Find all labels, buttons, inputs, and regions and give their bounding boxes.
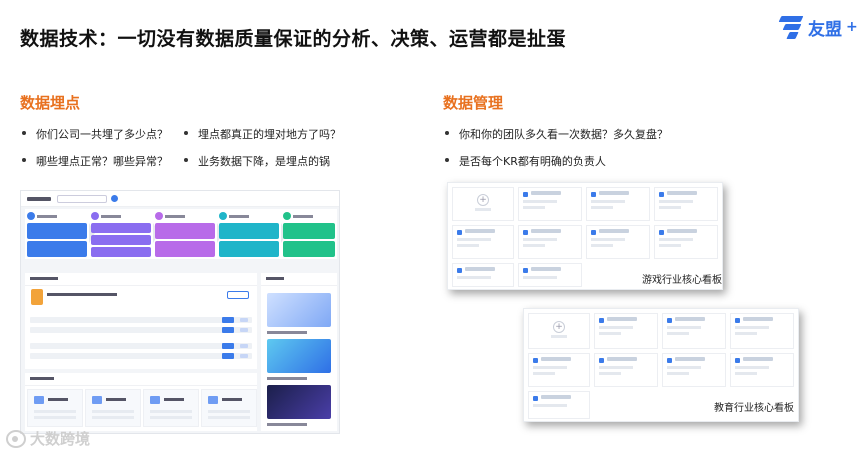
tracking-dashboard-screenshot <box>20 190 340 434</box>
bullet-item: 你和你的团队多久看一次数据？多久复盘？ <box>445 126 668 142</box>
bullet-item: 埋点都真正的埋对地方了吗？ <box>184 126 341 142</box>
watermark-text: 大数跨境 <box>30 430 91 448</box>
recommend-thumbnail[interactable] <box>267 293 331 327</box>
brand-logo-icon <box>778 14 804 40</box>
kpi-tile[interactable] <box>586 187 650 221</box>
kpi-tile[interactable] <box>452 263 514 287</box>
kpi-tile[interactable] <box>518 225 582 259</box>
section-title-tracking: 数据埋点 <box>20 94 81 112</box>
board-label-education: 教育行业核心看板 <box>714 403 794 414</box>
brand-name: 友盟 <box>808 19 842 39</box>
kpi-tile[interactable] <box>730 353 794 387</box>
kpi-tile[interactable] <box>730 313 794 349</box>
alert-action-button[interactable] <box>227 291 249 299</box>
funnel-steps <box>25 209 337 259</box>
add-icon: + <box>477 194 489 207</box>
add-tile[interactable]: + <box>528 313 590 349</box>
scenario-card[interactable] <box>201 389 257 427</box>
slide-title: 数据技术：一切没有数据质量保证的分析、决策、运营都是扯蛋 <box>20 28 567 50</box>
recommend-panel <box>261 273 337 431</box>
kpi-tile[interactable] <box>662 353 726 387</box>
dashboard-selector <box>57 194 107 203</box>
scenario-panel <box>25 373 257 431</box>
kpi-tile[interactable] <box>518 263 582 287</box>
education-kpi-board: + 教育行业核心看板 <box>523 308 799 422</box>
scenario-card[interactable] <box>143 389 199 427</box>
kpi-tile[interactable] <box>518 187 582 221</box>
dashboard-header <box>21 191 339 207</box>
kpi-tile[interactable] <box>594 353 658 387</box>
alert-panel <box>25 273 257 369</box>
game-kpi-board: + 游戏行业核心看板 <box>447 182 723 290</box>
bullet-item: 哪些埋点正常？哪些异常？ <box>22 153 168 169</box>
funnel-step <box>25 209 95 259</box>
scenario-card[interactable] <box>27 389 83 427</box>
section-title-management: 数据管理 <box>443 94 504 112</box>
add-tile[interactable]: + <box>452 187 514 221</box>
kpi-tile[interactable] <box>654 187 718 221</box>
bullet-item: 业务数据下降，是埋点的锅 <box>184 153 330 169</box>
kpi-tile[interactable] <box>654 225 718 259</box>
funnel-step <box>281 209 337 259</box>
brand-logo: 友盟 + <box>778 14 858 40</box>
add-icon: + <box>553 320 565 333</box>
brand-suffix: + <box>846 19 858 35</box>
kpi-tile[interactable] <box>528 353 590 387</box>
bullet-item: 是否每个KR都有明确的负责人 <box>445 153 606 169</box>
bullet-item: 你们公司一共埋了多少点？ <box>22 126 168 142</box>
add-icon <box>111 195 118 202</box>
kpi-tile[interactable] <box>594 313 658 349</box>
funnel-step <box>89 209 159 259</box>
kpi-tile[interactable] <box>528 391 590 419</box>
scenario-card[interactable] <box>85 389 141 427</box>
watermark-logo-icon <box>6 429 26 448</box>
funnel-step <box>217 209 287 259</box>
kpi-tile[interactable] <box>452 225 514 259</box>
kpi-tile[interactable] <box>662 313 726 349</box>
funnel-step <box>153 209 223 259</box>
recommend-thumbnail[interactable] <box>267 339 331 373</box>
warning-icon <box>31 289 43 305</box>
recommend-thumbnail[interactable] <box>267 385 331 419</box>
board-label-game: 游戏行业核心看板 <box>642 275 722 286</box>
kpi-tile[interactable] <box>586 225 650 259</box>
watermark: 大数跨境 <box>6 428 90 449</box>
